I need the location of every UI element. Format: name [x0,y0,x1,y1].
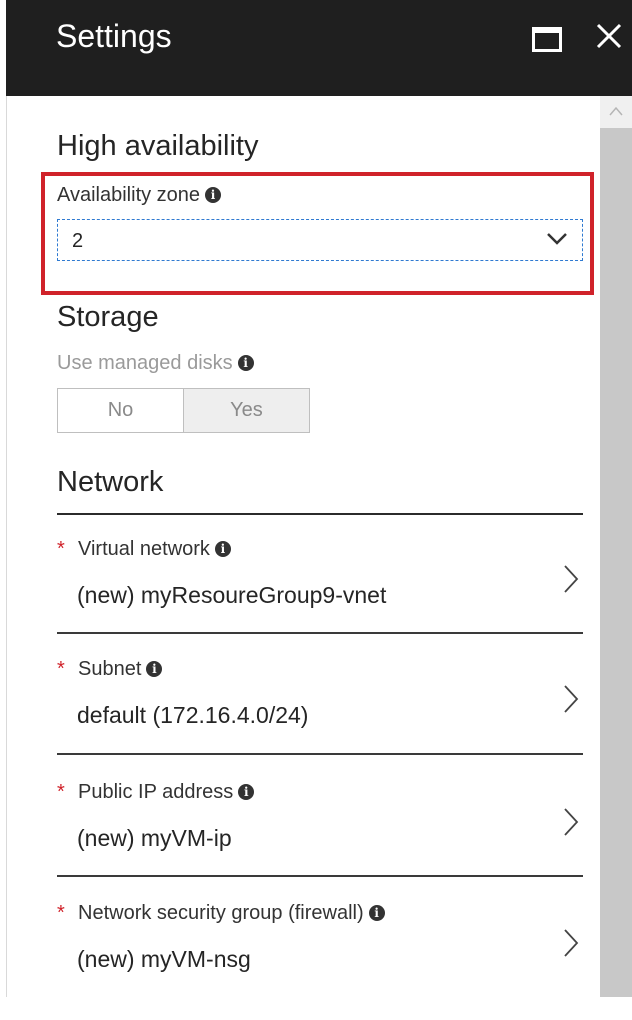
info-icon[interactable]: i [214,541,231,557]
availability-zone-label: Availability zone i [57,184,222,207]
close-icon [596,23,622,49]
required-asterisk: * [57,658,65,680]
divider [57,632,583,634]
virtual-network-value: (new) myResoureGroup9-vnet [77,582,387,608]
managed-disks-toggle[interactable]: No Yes [57,388,310,433]
availability-zone-select[interactable]: 2 [57,219,583,261]
maximize-button[interactable] [532,27,562,52]
close-button[interactable] [595,20,623,50]
network-row-nsg[interactable]: * Network security group (firewall) i (ne… [57,902,583,1020]
info-icon[interactable]: i [238,784,255,800]
virtual-network-label-text: Virtual network [78,538,210,560]
required-asterisk: * [57,538,65,560]
managed-disks-label: Use managed disks i [57,352,254,375]
required-asterisk: * [57,902,65,924]
chevron-right-icon [564,685,579,713]
network-row-subnet[interactable]: * Subnet i default (172.16.4.0/24) [57,658,583,776]
chevron-right-icon [564,929,579,957]
public-ip-value: (new) myVM-ip [77,825,232,851]
subnet-value: default (172.16.4.0/24) [77,702,309,728]
blade-title: Settings [56,18,172,54]
subnet-label: Subnet i [78,658,163,681]
scroll-up-button[interactable] [600,96,632,128]
chevron-right-icon [564,565,579,593]
network-heading: Network [57,466,164,498]
network-row-public-ip[interactable]: * Public IP address i (new) myVM-ip [57,781,583,899]
toggle-option-no[interactable]: No [58,389,184,432]
info-icon[interactable]: i [146,661,163,677]
chevron-up-icon [609,106,623,116]
vertical-scrollbar[interactable] [600,96,632,997]
subnet-label-text: Subnet [78,658,142,680]
info-icon[interactable]: i [237,355,254,371]
nsg-label: Network security group (firewall) i [78,902,385,925]
managed-disks-label-text: Use managed disks [57,352,233,374]
high-availability-heading: High availability [57,130,259,162]
chevron-right-icon [564,808,579,836]
toggle-option-yes[interactable]: Yes [184,389,309,432]
info-icon[interactable]: i [205,187,222,203]
virtual-network-label: Virtual network i [78,538,231,561]
required-asterisk: * [57,781,65,803]
divider [57,753,583,755]
divider [57,875,583,877]
divider [57,513,583,515]
nsg-value: (new) myVM-nsg [77,946,251,972]
network-row-virtual-network[interactable]: * Virtual network i (new) myResoureGroup9… [57,538,583,656]
nsg-label-text: Network security group (firewall) [78,902,364,924]
storage-heading: Storage [57,301,159,333]
availability-zone-value: 2 [72,230,84,252]
maximize-icon [532,27,562,52]
info-icon[interactable]: i [368,905,385,921]
public-ip-label-text: Public IP address [78,781,234,803]
availability-zone-label-text: Availability zone [57,184,201,206]
public-ip-label: Public IP address i [78,781,255,804]
chevron-down-icon [547,233,567,245]
blade-header: Settings [6,0,632,96]
